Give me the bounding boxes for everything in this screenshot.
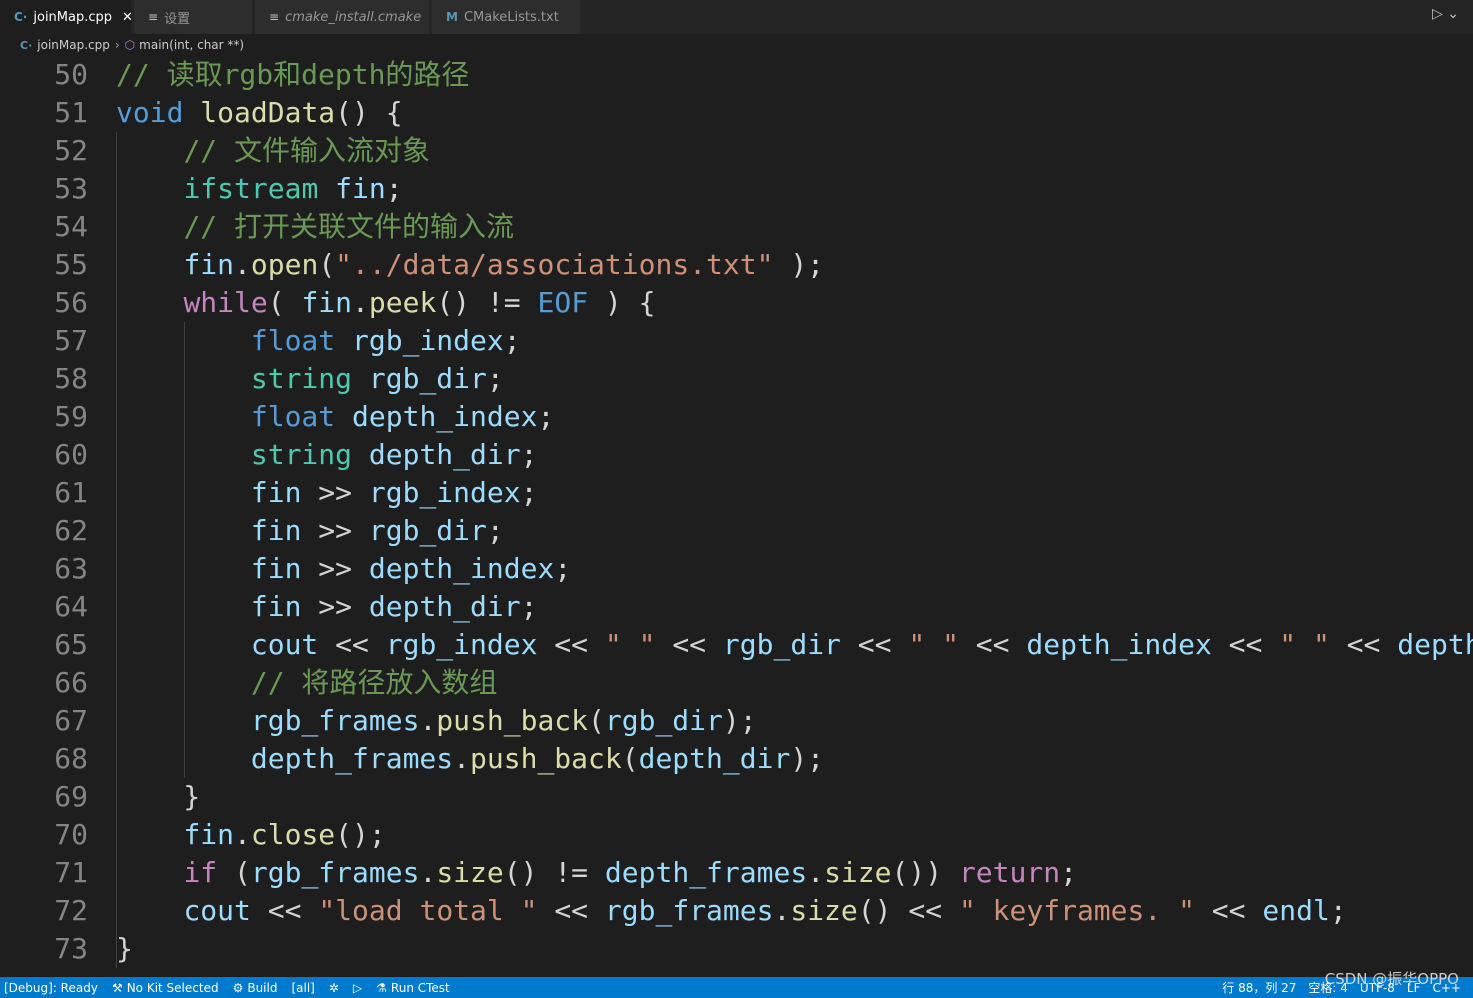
line-number: 62 [54,514,88,547]
cmake-m-icon: M [446,10,458,24]
code-line[interactable]: while( fin.peek() != EOF ) { [116,284,1473,322]
line-number: 50 [54,58,88,91]
close-icon[interactable]: ✕ [122,10,133,25]
editor-tab-bar: C· joinMap.cpp ✕ ≡ 设置 ≡ cmake_install.cm… [0,0,1473,34]
tab-label: 设置 [164,11,191,27]
tools-icon: ⚒ [111,980,123,995]
method-cube-icon: ⬡ [124,38,136,52]
debug-bug-icon[interactable]: ✲ [329,981,339,995]
status-debug[interactable]: [Debug]: Ready [4,981,98,995]
line-number: 67 [54,704,88,737]
code-line[interactable]: cout << "load total " << rgb_frames.size… [116,892,1473,930]
code-line[interactable]: if (rgb_frames.size() != depth_frames.si… [116,854,1473,892]
status-kit[interactable]: ⚒ No Kit Selected [112,981,219,995]
line-number: 63 [54,552,88,585]
line-number: 56 [54,286,88,319]
code-line[interactable]: string rgb_dir; [116,360,1473,398]
code-line[interactable]: float depth_index; [116,398,1473,436]
breadcrumb-file[interactable]: joinMap.cpp [37,38,110,52]
breadcrumb: C· joinMap.cpp › ⬡ main(int, char **) [0,34,1473,56]
status-build[interactable]: ⚙ Build [233,981,278,995]
tab-cmake-install[interactable]: ≡ cmake_install.cmake [255,0,429,34]
line-number: 51 [54,96,88,129]
status-build-label: Build [247,980,278,995]
status-kit-label: No Kit Selected [126,980,219,995]
cpp-file-icon: C· [14,10,28,24]
code-line[interactable]: void loadData() { [116,94,1473,132]
tab-cmakelists[interactable]: M CMakeLists.txt [432,0,580,34]
line-number: 69 [54,780,88,813]
status-run-ctest[interactable]: ⚗ Run CTest [376,981,450,995]
code-lines[interactable]: // 读取rgb和depth的路径 void loadData() { // 文件… [116,56,1473,968]
run-debug-icon[interactable]: ▷ ⌄ [1432,6,1459,22]
chevron-right-icon: › [114,38,120,52]
code-line[interactable]: rgb_frames.push_back(rgb_dir); [116,702,1473,740]
code-line[interactable]: fin >> rgb_dir; [116,512,1473,550]
line-number: 57 [54,324,88,357]
status-target[interactable]: [all] [291,981,314,995]
line-number: 58 [54,362,88,395]
line-number: 68 [54,742,88,775]
tab-label: CMakeLists.txt [463,9,559,25]
code-line[interactable]: // 读取rgb和depth的路径 [116,56,1473,94]
line-number: 61 [54,476,88,509]
line-number: 65 [54,628,88,661]
line-number: 52 [54,134,88,167]
gear-icon: ⚙ [232,980,244,995]
code-line[interactable]: // 打开关联文件的输入流 [116,208,1473,246]
line-number: 72 [54,894,88,927]
line-number: 66 [54,666,88,699]
tab-joinmap-cpp[interactable]: C· joinMap.cpp ✕ [0,0,133,34]
flask-icon: ⚗ [376,980,387,995]
settings-doc-icon: ≡ [148,10,159,24]
line-number-gutter: 50 51 52 53 54 55 56 57 58 59 60 61 62 63 64 65 66 67 68 69… [0,56,100,968]
line-number: 64 [54,590,88,623]
status-position[interactable]: 行 88，列 27 [1222,979,1296,996]
code-line[interactable]: cout << rgb_index << " " << rgb_dir << "… [116,626,1473,664]
code-line[interactable]: fin >> depth_dir; [116,588,1473,626]
code-line[interactable]: float rgb_index; [116,322,1473,360]
tab-settings[interactable]: ≡ 设置 [134,0,252,34]
status-bar: [Debug]: Ready ⚒ No Kit Selected ⚙ Build… [0,977,1473,998]
code-line[interactable]: fin.close(); [116,816,1473,854]
tab-label: cmake_install.cmake [285,9,422,25]
line-number: 71 [54,856,88,889]
code-line[interactable]: } [116,930,1473,968]
watermark-text: CSDN @振华OPPO [1324,970,1459,988]
code-line[interactable]: // 文件输入流对象 [116,132,1473,170]
breadcrumb-symbol[interactable]: main(int, char **) [139,38,244,52]
code-line[interactable]: ifstream fin; [116,170,1473,208]
run-play-icon[interactable]: ▷ [353,981,362,995]
code-line[interactable]: fin >> rgb_index; [116,474,1473,512]
line-number: 53 [54,172,88,205]
line-number: 70 [54,818,88,851]
code-line[interactable]: depth_frames.push_back(depth_dir); [116,740,1473,778]
code-line[interactable]: } [116,778,1473,816]
code-editor[interactable]: 50 51 52 53 54 55 56 57 58 59 60 61 62 63 64 65 66 67 68 69… [0,56,1473,977]
status-run-ctest-label: Run CTest [390,980,450,995]
code-line[interactable]: fin >> depth_index; [116,550,1473,588]
line-number: 73 [54,932,88,965]
line-number: 60 [54,438,88,471]
code-line[interactable]: fin.open("../data/associations.txt" ); [116,246,1473,284]
cpp-file-icon: C· [20,38,33,52]
tab-label: joinMap.cpp [33,9,113,25]
line-number: 54 [54,210,88,243]
code-line[interactable]: string depth_dir; [116,436,1473,474]
cmake-doc-icon: ≡ [269,10,280,24]
line-number: 55 [54,248,88,281]
code-line[interactable]: // 将路径放入数组 [116,664,1473,702]
line-number: 59 [54,400,88,433]
